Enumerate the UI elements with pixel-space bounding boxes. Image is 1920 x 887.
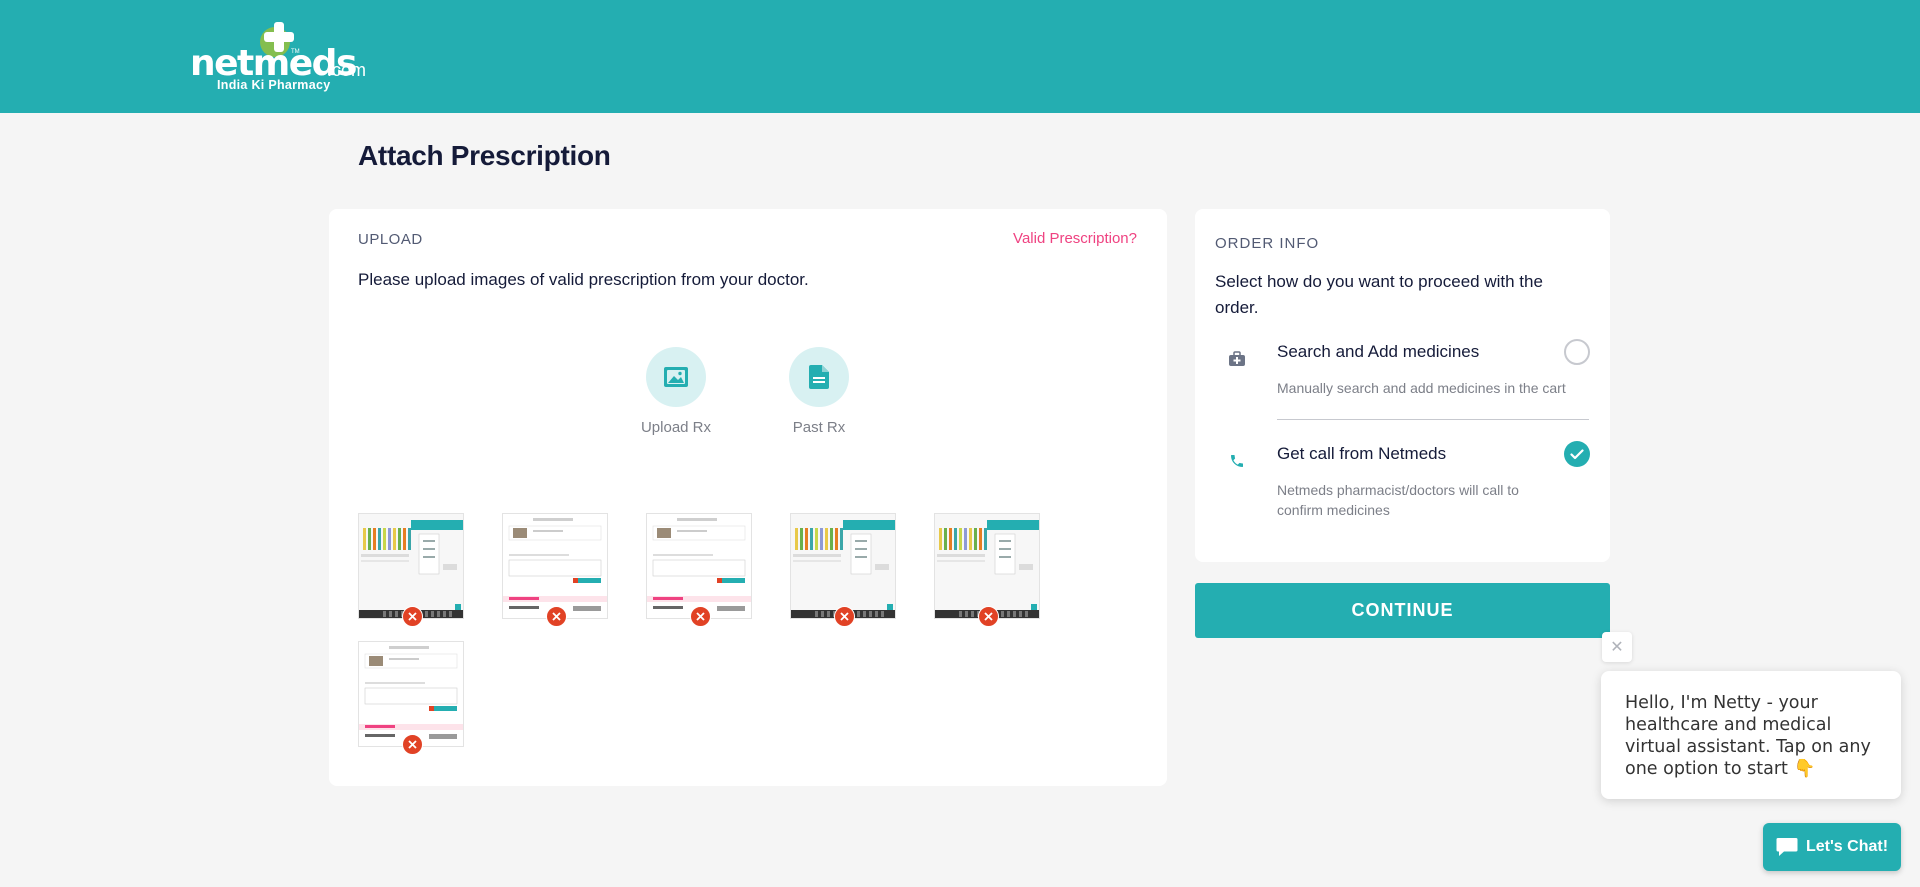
valid-prescription-link[interactable]: Valid Prescription? — [1013, 230, 1137, 247]
logo-tagline: India Ki Pharmacy — [217, 78, 331, 92]
upload-rx-button[interactable]: Upload Rx — [626, 347, 726, 436]
continue-button[interactable]: CONTINUE — [1195, 583, 1610, 638]
lets-chat-label: Let's Chat! — [1805, 838, 1889, 855]
prescription-thumbnail[interactable] — [934, 513, 1040, 627]
chat-bubble[interactable]: Hello, I'm Netty - your healthcare and m… — [1601, 671, 1901, 799]
prescription-image — [791, 514, 895, 618]
radio-unselected-icon[interactable] — [1564, 339, 1590, 365]
remove-thumbnail-icon[interactable] — [546, 606, 567, 627]
image-icon — [664, 367, 688, 387]
options-divider — [1277, 419, 1589, 420]
prescription-image — [359, 642, 463, 746]
option-subtitle: Netmeds pharmacist/doctors will call to … — [1277, 482, 1519, 518]
prescription-image — [503, 514, 607, 618]
option-title: Get call from Netmeds — [1277, 444, 1447, 463]
option-title: Search and Add medicines — [1277, 342, 1480, 361]
upload-rx-circle — [646, 347, 706, 407]
prescription-thumbnail[interactable] — [790, 513, 896, 627]
upload-rx-label: Upload Rx — [640, 419, 712, 436]
remove-thumbnail-icon[interactable] — [402, 606, 423, 627]
prescription-thumbnail[interactable] — [502, 513, 608, 627]
medicine-box-icon — [1226, 348, 1248, 370]
logo-tm: TM — [291, 49, 300, 55]
upload-section-label: UPLOAD — [358, 231, 423, 248]
order-info-label: ORDER INFO — [1215, 235, 1320, 252]
upload-card: UPLOAD Valid Prescription? Please upload… — [329, 209, 1167, 786]
remove-thumbnail-icon[interactable] — [834, 606, 855, 627]
chat-message: Hello, I'm Netty - your healthcare and m… — [1625, 693, 1871, 779]
option-subtitle: Manually search and add medicines in the… — [1277, 380, 1566, 396]
upload-description: Please upload images of valid prescripti… — [358, 270, 809, 289]
phone-icon — [1226, 450, 1248, 472]
prescription-image — [935, 514, 1039, 618]
prescription-thumbnail[interactable] — [358, 641, 464, 755]
lets-chat-button[interactable]: Let's Chat! — [1763, 823, 1901, 871]
prescription-thumbnail[interactable] — [358, 513, 464, 627]
prescription-image — [359, 514, 463, 618]
netmeds-logo[interactable]: netmeds TM .com India Ki Pharmacy — [190, 20, 370, 96]
chat-icon — [1776, 838, 1798, 856]
remove-thumbnail-icon[interactable] — [978, 606, 999, 627]
order-info-card: ORDER INFO Select how do you want to pro… — [1195, 209, 1610, 562]
top-bar: netmeds TM .com India Ki Pharmacy — [0, 0, 1920, 113]
past-rx-button[interactable]: Past Rx — [769, 347, 869, 436]
chat-close-button[interactable]: ✕ — [1602, 632, 1632, 662]
order-info-description: Select how do you want to proceed with t… — [1215, 272, 1543, 317]
page-title: Attach Prescription — [358, 140, 611, 171]
prescription-thumbnail[interactable] — [646, 513, 752, 627]
remove-thumbnail-icon[interactable] — [690, 606, 711, 627]
remove-thumbnail-icon[interactable] — [402, 734, 423, 755]
prescription-image — [647, 514, 751, 618]
past-rx-circle — [789, 347, 849, 407]
close-icon: ✕ — [1610, 639, 1624, 656]
past-rx-label: Past Rx — [792, 419, 846, 436]
radio-checked-icon[interactable] — [1564, 441, 1590, 467]
pointing-down-emoji: 👇 — [1793, 759, 1816, 779]
logo-com: .com — [327, 60, 367, 80]
document-icon — [809, 365, 829, 389]
